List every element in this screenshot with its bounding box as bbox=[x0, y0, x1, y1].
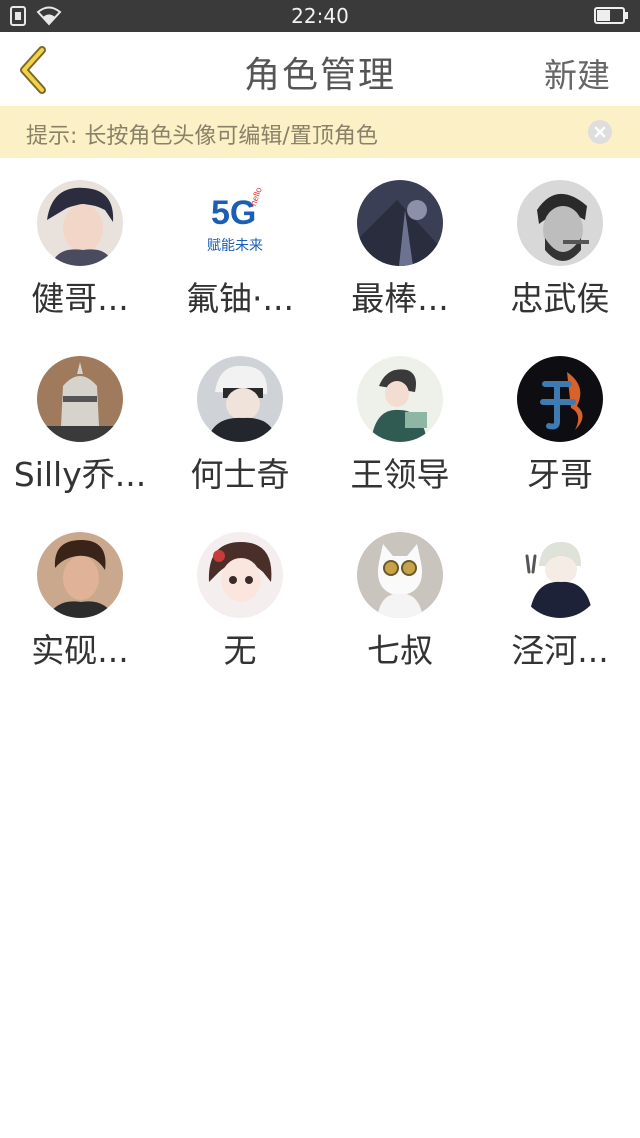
role-avatar[interactable] bbox=[357, 356, 443, 442]
role-item[interactable]: 忠武侯 bbox=[480, 158, 640, 334]
header: 角色管理 新建 bbox=[0, 32, 640, 106]
bearded-man-avatar bbox=[517, 180, 603, 266]
white-hair-anime-avatar bbox=[197, 356, 283, 442]
role-avatar[interactable] bbox=[37, 532, 123, 618]
role-name: 实砚... bbox=[31, 631, 129, 670]
helmet-avatar bbox=[37, 356, 123, 442]
new-role-button[interactable]: 新建 bbox=[544, 49, 610, 97]
role-name: 泾河... bbox=[511, 631, 609, 670]
role-name: 何士奇 bbox=[190, 455, 290, 494]
tip-text: 提示: 长按角色头像可编辑/置顶角色 bbox=[26, 124, 378, 149]
role-avatar[interactable] bbox=[517, 356, 603, 442]
role-name: 无 bbox=[223, 631, 257, 670]
role-item[interactable]: 最棒... bbox=[320, 158, 480, 334]
white-cat-avatar bbox=[357, 532, 443, 618]
role-avatar[interactable] bbox=[357, 180, 443, 266]
role-avatar[interactable] bbox=[517, 532, 603, 618]
role-name: 最棒... bbox=[351, 279, 449, 318]
role-avatar[interactable]: 5G hello 赋能未来 bbox=[197, 180, 283, 266]
anime-girl-avatar bbox=[197, 532, 283, 618]
fire-logo-avatar bbox=[517, 356, 603, 442]
role-item[interactable]: 泾河... bbox=[480, 510, 640, 686]
svg-text:赋能未来: 赋能未来 bbox=[207, 238, 263, 254]
status-time: 22:40 bbox=[291, 4, 349, 28]
role-avatar[interactable] bbox=[357, 532, 443, 618]
role-name: 健哥... bbox=[31, 279, 129, 318]
status-bar: 22:40 bbox=[0, 0, 640, 32]
role-avatar[interactable] bbox=[37, 356, 123, 442]
role-name: 七叔 bbox=[367, 631, 433, 670]
role-item[interactable]: 无 bbox=[160, 510, 320, 686]
role-item[interactable]: 5G hello 赋能未来 氟铀·... bbox=[160, 158, 320, 334]
role-avatar[interactable] bbox=[37, 180, 123, 266]
role-avatar[interactable] bbox=[197, 356, 283, 442]
dark-anime-avatar bbox=[357, 180, 443, 266]
anime-man-avatar bbox=[37, 180, 123, 266]
role-item[interactable]: 健哥... bbox=[0, 158, 160, 334]
role-name: 王领导 bbox=[350, 455, 450, 494]
role-item[interactable]: 实砚... bbox=[0, 510, 160, 686]
role-item[interactable]: 牙哥 bbox=[480, 334, 640, 510]
reading-boy-avatar bbox=[357, 356, 443, 442]
tip-banner: 提示: 长按角色头像可编辑/置顶角色 bbox=[0, 106, 640, 158]
role-name: Silly乔... bbox=[13, 455, 147, 494]
role-item[interactable]: 何士奇 bbox=[160, 334, 320, 510]
role-item[interactable]: Silly乔... bbox=[0, 334, 160, 510]
role-name: 氟铀·... bbox=[186, 279, 294, 318]
battery-icon bbox=[594, 7, 628, 24]
curly-hair-man-avatar bbox=[37, 532, 123, 618]
peace-sign-anime-avatar bbox=[517, 532, 603, 618]
role-name: 牙哥 bbox=[527, 455, 593, 494]
5g-logo-avatar: 5G hello 赋能未来 bbox=[197, 180, 283, 266]
role-avatar[interactable] bbox=[197, 532, 283, 618]
close-icon bbox=[594, 126, 606, 138]
role-item[interactable]: 王领导 bbox=[320, 334, 480, 510]
role-avatar[interactable] bbox=[517, 180, 603, 266]
tip-close-button[interactable] bbox=[588, 120, 612, 144]
role-name: 忠武侯 bbox=[510, 279, 610, 318]
role-item[interactable]: 七叔 bbox=[320, 510, 480, 686]
